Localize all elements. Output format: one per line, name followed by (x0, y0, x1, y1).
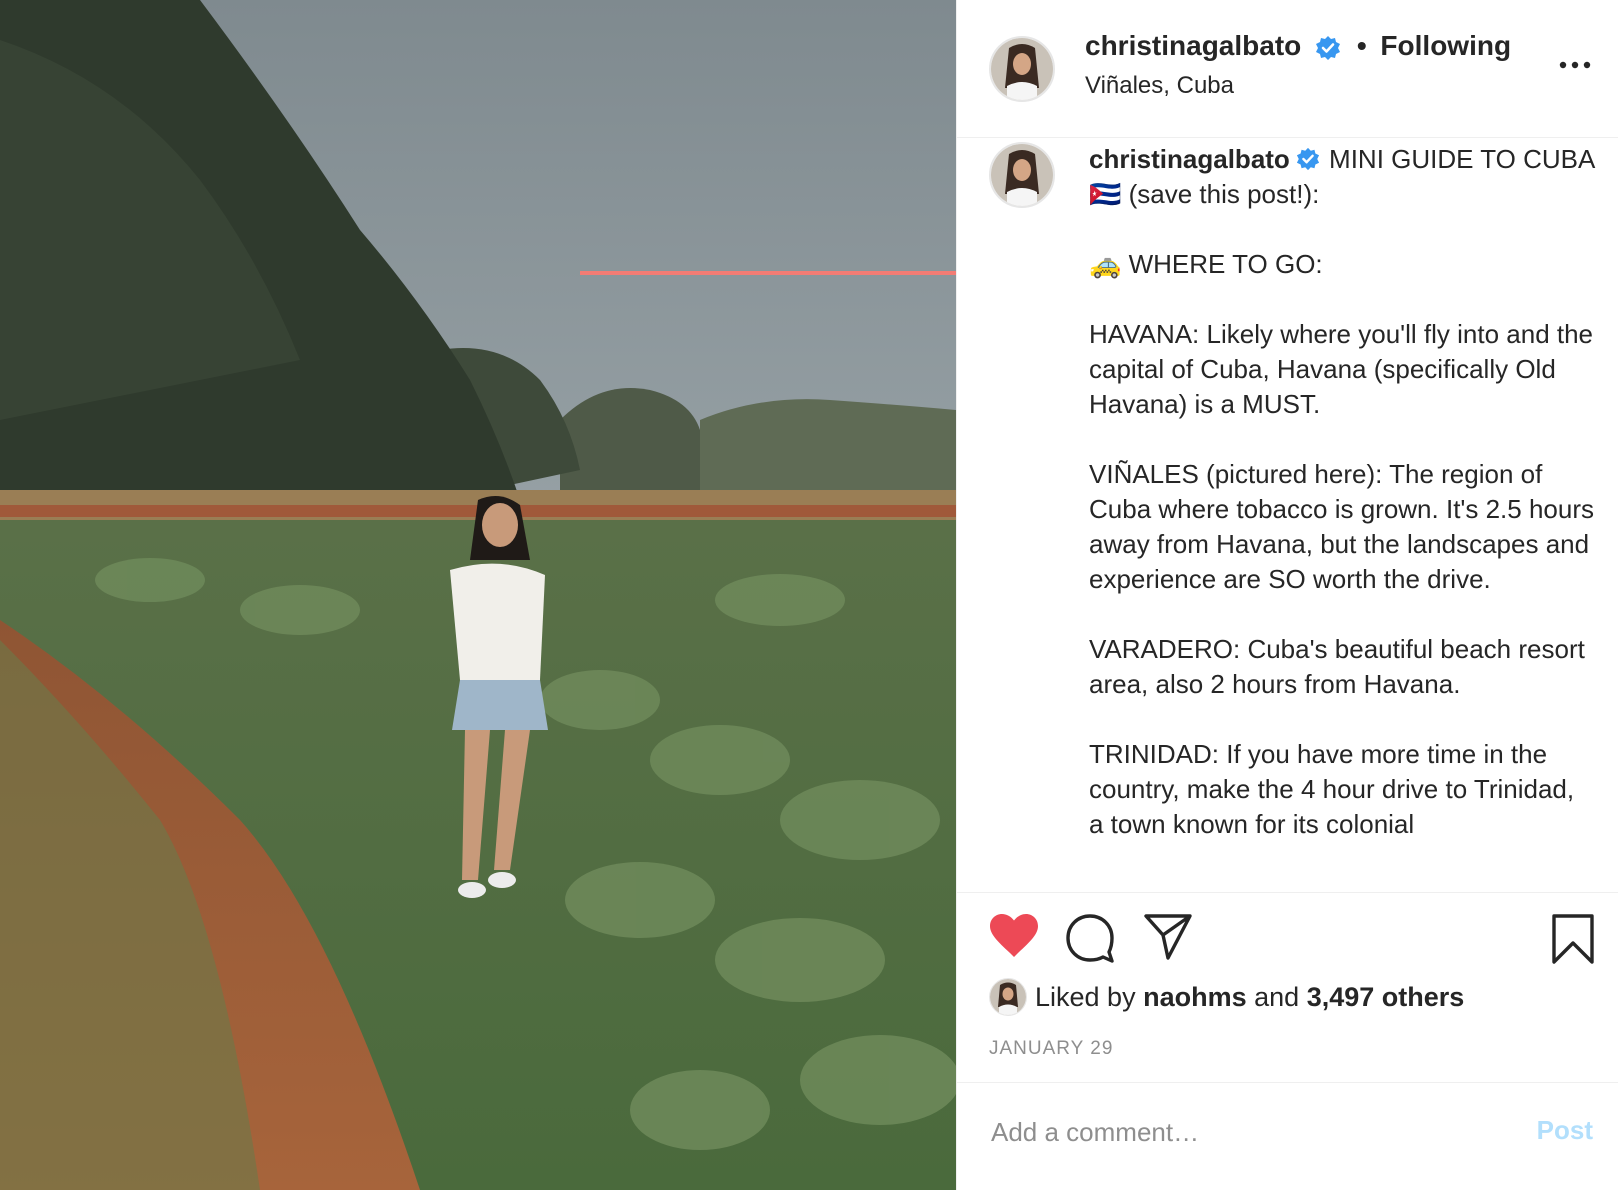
more-options-icon[interactable] (1555, 50, 1595, 80)
author-username[interactable]: christinagalbato (1085, 30, 1301, 61)
verified-badge-icon (1316, 35, 1341, 60)
liked-by-user-link[interactable]: naohms (1143, 982, 1247, 1013)
author-avatar[interactable] (989, 36, 1055, 102)
share-icon[interactable] (1143, 913, 1193, 961)
author-row: christinagalbato • Following (1085, 30, 1511, 62)
separator-dot: • (1356, 30, 1367, 61)
post-location[interactable]: Viñales, Cuba (1085, 72, 1234, 100)
post-photo-image (0, 0, 956, 1190)
caption-username[interactable]: christinagalbato (1089, 144, 1290, 174)
comment-icon[interactable] (1065, 913, 1115, 963)
caption-section: christinagalbato MINI GUIDE TO CUBA 🇨🇺 (… (957, 138, 1618, 892)
likes-prefix: Liked by (1035, 981, 1136, 1012)
post-date[interactable]: JANUARY 29 (989, 1038, 1113, 1060)
like-heart-icon[interactable] (989, 913, 1039, 959)
caption-author-avatar[interactable] (989, 142, 1055, 208)
avatar-image (990, 979, 1026, 1015)
save-bookmark-icon[interactable] (1551, 913, 1595, 965)
post-header: christinagalbato • Following Viñales, Cu… (957, 0, 1618, 138)
likes-count-link[interactable]: 3,497 others (1307, 982, 1465, 1013)
likes-summary: Liked by naohms and 3,497 others (989, 978, 1464, 1016)
comment-bar: Post (957, 1082, 1618, 1190)
avatar-image (991, 144, 1053, 206)
avatar-image (991, 38, 1053, 100)
liker-avatar[interactable] (989, 978, 1027, 1016)
caption-text: christinagalbato MINI GUIDE TO CUBA 🇨🇺 (… (1089, 142, 1594, 842)
following-button[interactable]: Following (1380, 30, 1511, 61)
post-photo[interactable] (0, 0, 956, 1190)
post-sidebar: christinagalbato • Following Viñales, Cu… (956, 0, 1618, 1190)
likes-conjunction: and (1254, 981, 1300, 1012)
caption-body: MINI GUIDE TO CUBA 🇨🇺 (save this post!):… (1089, 144, 1595, 839)
verified-badge-icon (1296, 148, 1319, 171)
post-comment-button[interactable]: Post (1537, 1115, 1593, 1146)
comment-input[interactable] (989, 1103, 1473, 1161)
